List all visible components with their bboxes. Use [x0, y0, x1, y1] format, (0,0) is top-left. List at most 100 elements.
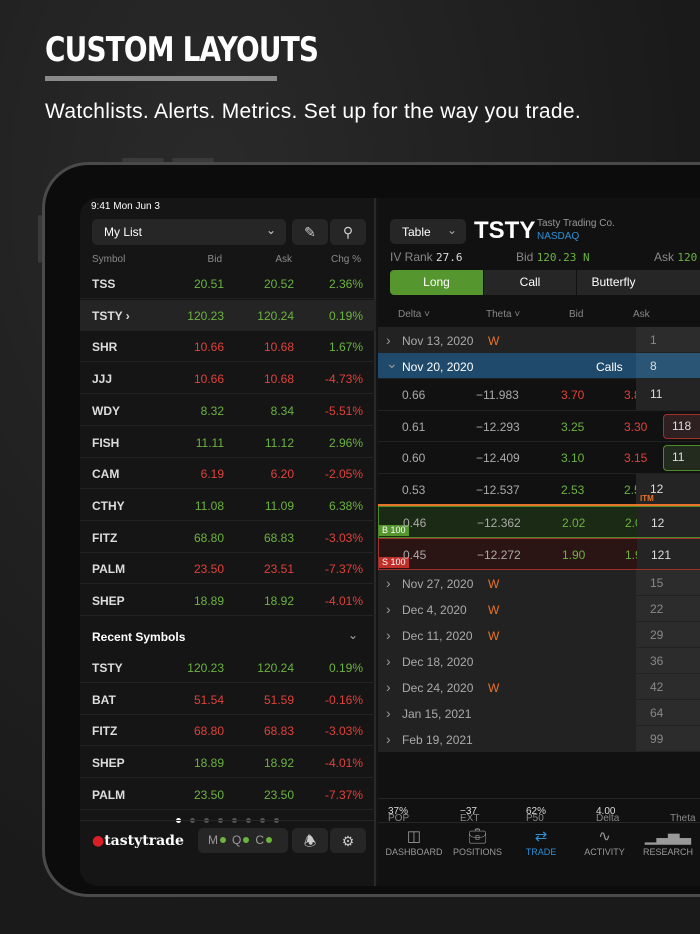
settings-button[interactable]: ⚙	[330, 828, 366, 853]
ask: 23.50	[263, 787, 294, 802]
table-row[interactable]: SHEP 18.89 18.92 -4.01%	[80, 747, 376, 779]
alerts-button[interactable]: 🕭	[292, 828, 328, 853]
tab-trade[interactable]: ⇄ TRADE	[509, 827, 573, 857]
theta: −12.409	[476, 451, 520, 466]
tab-label: ACTIVITY	[584, 847, 625, 857]
table-row[interactable]: SHR 10.66 10.68 1.67%	[80, 331, 376, 363]
symbol: PALM	[92, 787, 126, 802]
ask-price: Ask 120	[654, 250, 698, 264]
ask: 10.68	[263, 372, 294, 387]
expiration-row[interactable]: › Dec 24, 2020 W 42	[378, 674, 700, 701]
table-row[interactable]: SHEP 18.89 18.92 -4.01%	[80, 585, 376, 616]
table-row[interactable]: FITZ 68.80 68.83 -3.03%	[80, 522, 376, 553]
expiration-row[interactable]: › Dec 11, 2020 W 29	[378, 622, 700, 649]
option-row[interactable]: S 1000.45−12.2721.901.93121	[378, 537, 700, 570]
col-theta[interactable]: Theta ˅	[486, 309, 520, 320]
symbol: TSTY	[92, 661, 123, 675]
change-percent: -3.03%	[324, 530, 363, 545]
search-button[interactable]: ⚲	[330, 219, 366, 245]
bid: 120.23	[187, 308, 224, 323]
col-bid[interactable]: Bid	[208, 254, 222, 265]
expiration-row[interactable]: › Dec 18, 2020 36	[378, 648, 700, 675]
col-chg[interactable]: Chg %	[331, 254, 361, 265]
watchlist-dropdown[interactable]: My List ⌄	[92, 219, 286, 245]
table-row[interactable]: FITZ 68.80 68.83 -3.03%	[80, 715, 376, 747]
delta: 0.45	[403, 547, 427, 562]
strike-price: 15	[636, 569, 700, 595]
expiration-row[interactable]: › Jan 15, 2021 64	[378, 700, 700, 727]
table-row[interactable]: TSS 20.51 20.52 2.36%	[80, 268, 376, 299]
view-dropdown[interactable]: Table ⌄	[390, 219, 466, 244]
expiration-date: Feb 19, 2021	[402, 733, 473, 748]
table-row[interactable]: BAT 51.54 51.59 -0.16%	[80, 684, 376, 715]
table-row[interactable]: WDY 8.32 8.34 -5.51%	[80, 395, 376, 426]
symbol: SHEP	[92, 594, 125, 608]
option-row[interactable]: 0.61 −12.293 3.25 3.30 118	[378, 411, 700, 443]
tab-research[interactable]: ▁▃▅▃ RESEARCH	[636, 827, 700, 857]
ask: 23.51	[263, 562, 294, 577]
table-row[interactable]: FISH 11.11 11.12 2.96%	[80, 427, 376, 458]
strike-price: 64	[636, 700, 700, 726]
recent-symbols-title: Recent Symbols	[92, 630, 186, 644]
table-row[interactable]: TSTY › 120.23 120.24 0.19%	[80, 299, 376, 331]
bid: 11.08	[194, 498, 224, 513]
table-row[interactable]: JJJ 10.66 10.68 -4.73%	[80, 363, 376, 395]
symbol: BAT	[92, 692, 116, 707]
col-symbol[interactable]: Symbol	[92, 254, 125, 265]
ask[interactable]: 3.15	[624, 451, 647, 465]
strategy-long[interactable]: Long	[390, 270, 483, 295]
expiration-row[interactable]: › Dec 4, 2020 W 22	[378, 595, 700, 622]
theta: −12.293	[476, 419, 520, 434]
col-delta[interactable]: Delta ˅	[398, 309, 430, 320]
delta: 0.66	[402, 388, 426, 402]
status-time: 9:41 Mon Jun 3	[91, 201, 160, 212]
tab-dashboard[interactable]: ◫ DASHBOARD	[382, 827, 446, 857]
col-ask: Ask	[633, 309, 650, 320]
bid[interactable]: 3.70	[561, 388, 584, 402]
app-screen: 9:41 Mon Jun 3 My List ⌄ ✎ ⚲ Symbol Bid A…	[80, 198, 700, 886]
tab-positions[interactable]: 💼︎ POSITIONS	[446, 827, 510, 857]
table-row[interactable]: TSTY 120.23 120.24 0.19%	[80, 652, 376, 683]
table-row[interactable]: CAM 6.19 6.20 -2.05%	[80, 458, 376, 490]
bid[interactable]: 3.25	[561, 420, 584, 434]
bid[interactable]: 3.10	[561, 451, 584, 465]
strategy-call[interactable]: Call	[484, 270, 576, 295]
strike-price: 118	[663, 413, 700, 440]
expiration-date: Nov 27, 2020	[402, 576, 474, 591]
strategy-butterfly[interactable]: Butterfly	[577, 270, 700, 295]
option-row[interactable]: B 1000.46−12.3622.022.0512	[378, 505, 700, 538]
option-row[interactable]: 0.53−12.5372.532.5512ITM	[378, 474, 700, 506]
title-underline	[45, 76, 277, 81]
bid[interactable]: 2.53	[561, 483, 584, 497]
company-name: Tasty Trading Co.	[537, 218, 615, 229]
expiration-row[interactable]: › Feb 19, 2021 99	[378, 726, 700, 753]
expiration-row[interactable]: › Nov 27, 2020 W 15	[378, 569, 700, 596]
ask: 51.59	[263, 692, 294, 707]
table-row[interactable]: PALM 23.50 23.50 -7.37%	[80, 779, 376, 810]
symbol: TSTY ›	[92, 308, 130, 323]
bid[interactable]: 2.02	[562, 516, 585, 530]
bid[interactable]: 1.90	[562, 548, 585, 562]
expiration-row[interactable]: › Nov 13, 2020 W 1	[378, 327, 700, 353]
option-row[interactable]: 0.60 −12.409 3.10 3.15 11	[378, 442, 700, 475]
option-row[interactable]: 0.66−11.9833.703.8011	[378, 379, 700, 411]
change-percent: 6.38%	[328, 498, 363, 513]
col-ask[interactable]: Ask	[275, 254, 292, 265]
chevron-down-icon[interactable]: ⌄	[348, 628, 358, 642]
metric-delta: Delta 4.00	[596, 806, 619, 824]
bid: 10.66	[193, 340, 224, 355]
tab-label: RESEARCH	[642, 847, 693, 857]
table-row[interactable]: PALM 23.50 23.51 -7.37%	[80, 553, 376, 585]
change-percent: -7.37%	[324, 787, 363, 802]
expiration-row[interactable]: ⌄ Nov 20, 2020 Calls 8	[378, 353, 700, 379]
tab-activity[interactable]: ∿ ACTIVITY	[573, 827, 637, 857]
col-bid: Bid	[569, 309, 584, 320]
bid: 8.32	[200, 403, 224, 418]
table-row[interactable]: CTHY 11.08 11.09 6.38%	[80, 490, 376, 521]
dashboard-icon: ◫	[406, 828, 422, 845]
ask[interactable]: 3.30	[624, 420, 647, 434]
edit-button[interactable]: ✎	[292, 219, 328, 245]
strike-price: 1	[636, 327, 700, 352]
connection-status[interactable]: MQC	[198, 828, 288, 853]
chevron-icon: ⌄	[386, 355, 398, 371]
